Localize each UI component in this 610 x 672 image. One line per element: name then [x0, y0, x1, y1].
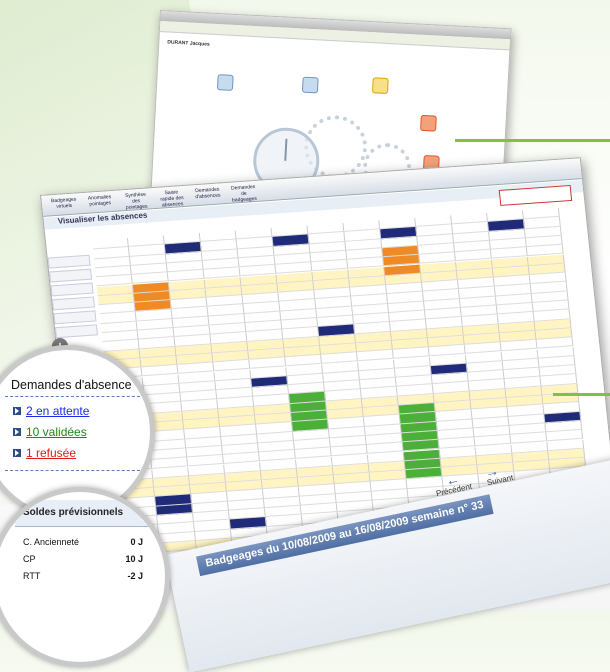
- side-menu-item[interactable]: [47, 254, 91, 269]
- solde-value: 10 J: [125, 554, 143, 564]
- portal-icon-3[interactable]: [371, 77, 389, 95]
- arrow-right-icon: [13, 449, 21, 457]
- absences-title: Demandes d'absence: [11, 378, 132, 392]
- solde-value: 0 J: [130, 537, 143, 547]
- divider: [5, 470, 145, 471]
- menu-item-demandes-badgeages[interactable]: Demandes de badgeages: [229, 184, 259, 204]
- solde-label: CP: [23, 554, 36, 564]
- absence-refused-link[interactable]: 1 refusée: [13, 446, 76, 460]
- side-menu-item[interactable]: [51, 296, 96, 311]
- absence-pending-label: 2 en attente: [26, 404, 90, 418]
- solde-value: -2 J: [127, 571, 143, 581]
- side-menu-item[interactable]: [54, 324, 98, 339]
- solde-row: C. Ancienneté 0 J: [23, 537, 143, 547]
- side-menu-item[interactable]: [53, 310, 97, 325]
- absence-validated-link[interactable]: 10 validées: [13, 425, 87, 439]
- side-menu-item[interactable]: [49, 268, 93, 283]
- absence-refused-label: 1 refusée: [26, 446, 77, 460]
- solde-row: RTT -2 J: [23, 571, 143, 581]
- soldes-title: Soldes prévisionnels: [23, 507, 124, 518]
- absence-pending-link[interactable]: 2 en attente: [13, 404, 89, 418]
- soldes-magnifier: Soldes prévisionnels C. Ancienneté 0 J C…: [0, 487, 170, 667]
- absence-validated-label: 10 validées: [26, 425, 87, 439]
- connector-line-top: [455, 139, 610, 142]
- connector-line-middle: [553, 393, 610, 396]
- solde-label: C. Ancienneté: [23, 537, 80, 547]
- arrow-right-icon: [13, 407, 21, 415]
- portal-icon-2[interactable]: [301, 76, 319, 94]
- portal-icon-1[interactable]: [216, 74, 234, 91]
- arrow-right-icon: [13, 428, 21, 436]
- menu-item-badgeages[interactable]: Badgeages virtuels: [49, 196, 78, 210]
- divider: [5, 396, 145, 397]
- user-name: DURANT Jacques: [167, 39, 210, 48]
- solde-row: CP 10 J: [23, 554, 143, 564]
- menu-item-anomalies[interactable]: Anomalies pointages: [85, 194, 114, 208]
- menu-item-demandes-absences[interactable]: Demandes d'absences: [193, 186, 222, 200]
- planning-side-menu: [47, 254, 99, 342]
- solde-label: RTT: [23, 571, 41, 581]
- menu-item-synthese[interactable]: Synthèse des pointages: [121, 191, 151, 211]
- menu-item-saisie[interactable]: Saisie rapide des absences: [157, 189, 187, 209]
- portal-icon-4[interactable]: [420, 114, 437, 132]
- side-menu-item[interactable]: [50, 282, 94, 297]
